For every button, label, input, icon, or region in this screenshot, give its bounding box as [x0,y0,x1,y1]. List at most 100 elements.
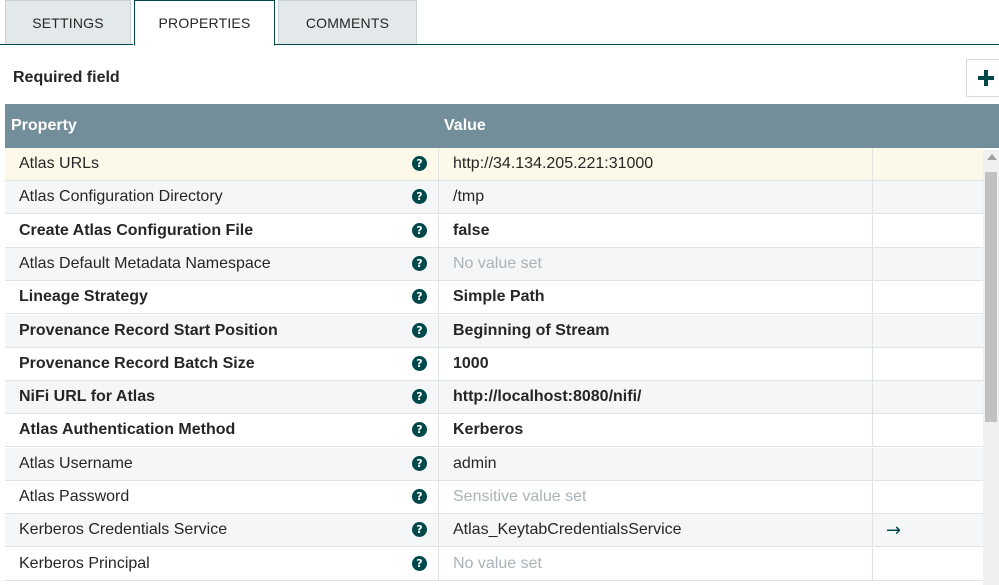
tab-properties[interactable]: PROPERTIES [134,0,275,46]
property-name: Lineage Strategy [19,288,148,306]
help-icon[interactable]: ? [412,156,427,171]
required-field-label: Required field [13,69,120,86]
property-value-cell[interactable]: http://34.134.205.221:31000 [439,148,873,180]
property-actions-cell [873,481,983,513]
help-icon[interactable]: ? [412,222,427,238]
property-name-cell: Kerberos Principal? [5,547,439,580]
property-value-cell[interactable]: 1000 [439,347,873,380]
property-name-cell: Atlas Authentication Method? [5,414,439,447]
help-icon[interactable]: ? [412,455,427,471]
scroll-up-arrow-icon[interactable] [987,154,997,160]
table-row[interactable]: Kerberos Credentials Service? Atlas_Keyta… [5,514,983,548]
property-name-cell: Atlas Default Metadata Namespace? [5,247,439,280]
property-actions-cell [873,548,983,580]
column-header-property[interactable]: Property [11,117,77,135]
help-icon[interactable]: ? [412,189,427,205]
property-name-cell: NiFi URL for Atlas? [5,381,439,414]
table-row[interactable]: Atlas Authentication Method? Kerberos [5,414,983,448]
property-name-cell: Atlas Password? [5,481,439,513]
table-row[interactable]: Kerberos Principal? No value set [5,547,983,581]
property-value-cell[interactable]: Simple Path [439,281,873,314]
property-value-cell[interactable]: Beginning of Stream [439,314,873,347]
property-value: Simple Path [453,288,545,306]
property-value-cell[interactable]: No value set [439,247,873,280]
property-name: Kerberos Credentials Service [19,521,228,539]
table-scrollbar[interactable] [983,150,999,585]
table-row[interactable]: Atlas Password? Sensitive value set [5,481,983,514]
table-row[interactable]: Atlas Default Metadata Namespace? No valu… [5,247,983,281]
tab-baseline-left [0,44,133,45]
property-name: Atlas Configuration Directory [19,188,223,206]
property-actions-cell [873,181,983,213]
property-value: admin [453,454,497,472]
help-icon[interactable]: ? [412,255,427,271]
help-icon[interactable]: ? [412,355,427,371]
property-actions-cell [873,248,983,280]
help-icon[interactable]: ? [412,522,427,538]
tab-bar: SETTINGS PROPERTIES COMMENTS [0,0,999,46]
property-actions-cell [873,215,983,247]
property-name: Atlas Password [19,488,130,505]
property-name-cell: Lineage Strategy? [5,281,439,314]
help-icon[interactable]: ? [412,322,427,338]
tab-settings[interactable]: SETTINGS [5,0,131,44]
property-name: NiFi URL for Atlas [19,388,156,406]
property-value-cell[interactable]: false [439,214,873,247]
property-value: /tmp [453,188,485,206]
scroll-thumb[interactable] [985,172,997,422]
table-row[interactable]: Atlas Configuration Directory? /tmp [5,181,983,215]
property-value: http://localhost:8080/nifi/ [453,388,642,406]
table-row[interactable]: Lineage Strategy? Simple Path [5,281,983,315]
property-actions-cell [873,414,983,446]
help-icon[interactable]: ? [412,489,427,504]
property-actions-cell [873,315,983,347]
property-name: Atlas Default Metadata Namespace [19,254,271,272]
property-actions-cell [873,448,983,480]
property-value: Atlas_KeytabCredentialsService [453,521,682,539]
add-property-button[interactable] [966,59,999,97]
table-row[interactable]: Provenance Record Start Position? Beginni… [5,314,983,348]
table-row[interactable]: Create Atlas Configuration File? false [5,214,983,248]
property-value-cell[interactable]: Kerberos [439,414,873,447]
tab-baseline [275,44,999,45]
property-actions-cell: → [873,514,983,546]
goto-arrow-icon[interactable]: → [886,520,901,541]
property-value-cell[interactable]: Atlas_KeytabCredentialsService [439,514,873,547]
property-name: Atlas Authentication Method [19,421,236,439]
property-actions-cell [873,348,983,380]
property-value-cell[interactable]: /tmp [439,181,873,214]
property-value-cell[interactable]: No value set [439,547,873,580]
help-icon[interactable]: ? [412,422,427,438]
property-value-cell[interactable]: Sensitive value set [439,481,873,513]
property-value-cell[interactable]: http://localhost:8080/nifi/ [439,381,873,414]
property-value-cell[interactable]: admin [439,447,873,480]
property-name-cell: Provenance Record Batch Size? [5,347,439,380]
property-value: http://34.134.205.221:31000 [453,155,654,172]
properties-table: Property Value Atlas URLs? http://34.134.… [5,104,999,585]
tab-comments[interactable]: COMMENTS [278,0,417,44]
property-actions-cell [873,381,983,413]
help-icon[interactable]: ? [412,555,427,571]
property-name: Provenance Record Batch Size [19,354,255,372]
property-value: Sensitive value set [453,488,587,505]
property-name-cell: Atlas Configuration Directory? [5,181,439,214]
property-name: Provenance Record Start Position [19,321,278,339]
table-row[interactable]: Atlas Username? admin [5,447,983,481]
property-name-cell: Kerberos Credentials Service? [5,514,439,547]
property-name: Kerberos Principal [19,554,150,572]
property-value: No value set [453,254,542,272]
table-header: Property Value [5,104,999,148]
plus-icon [978,70,994,86]
table-row[interactable]: NiFi URL for Atlas? http://localhost:8080… [5,381,983,415]
property-name-cell: Create Atlas Configuration File? [5,214,439,247]
property-name-cell: Provenance Record Start Position? [5,314,439,347]
property-value: 1000 [453,354,489,372]
table-row[interactable]: Atlas URLs? http://34.134.205.221:31000 [5,148,983,181]
property-name: Atlas Username [19,454,133,472]
property-name: Atlas URLs [19,155,100,172]
column-header-value[interactable]: Value [444,117,486,135]
table-row[interactable]: Provenance Record Batch Size? 1000 [5,347,983,381]
property-name: Create Atlas Configuration File [19,221,254,239]
help-icon[interactable]: ? [412,289,427,305]
help-icon[interactable]: ? [412,389,427,405]
